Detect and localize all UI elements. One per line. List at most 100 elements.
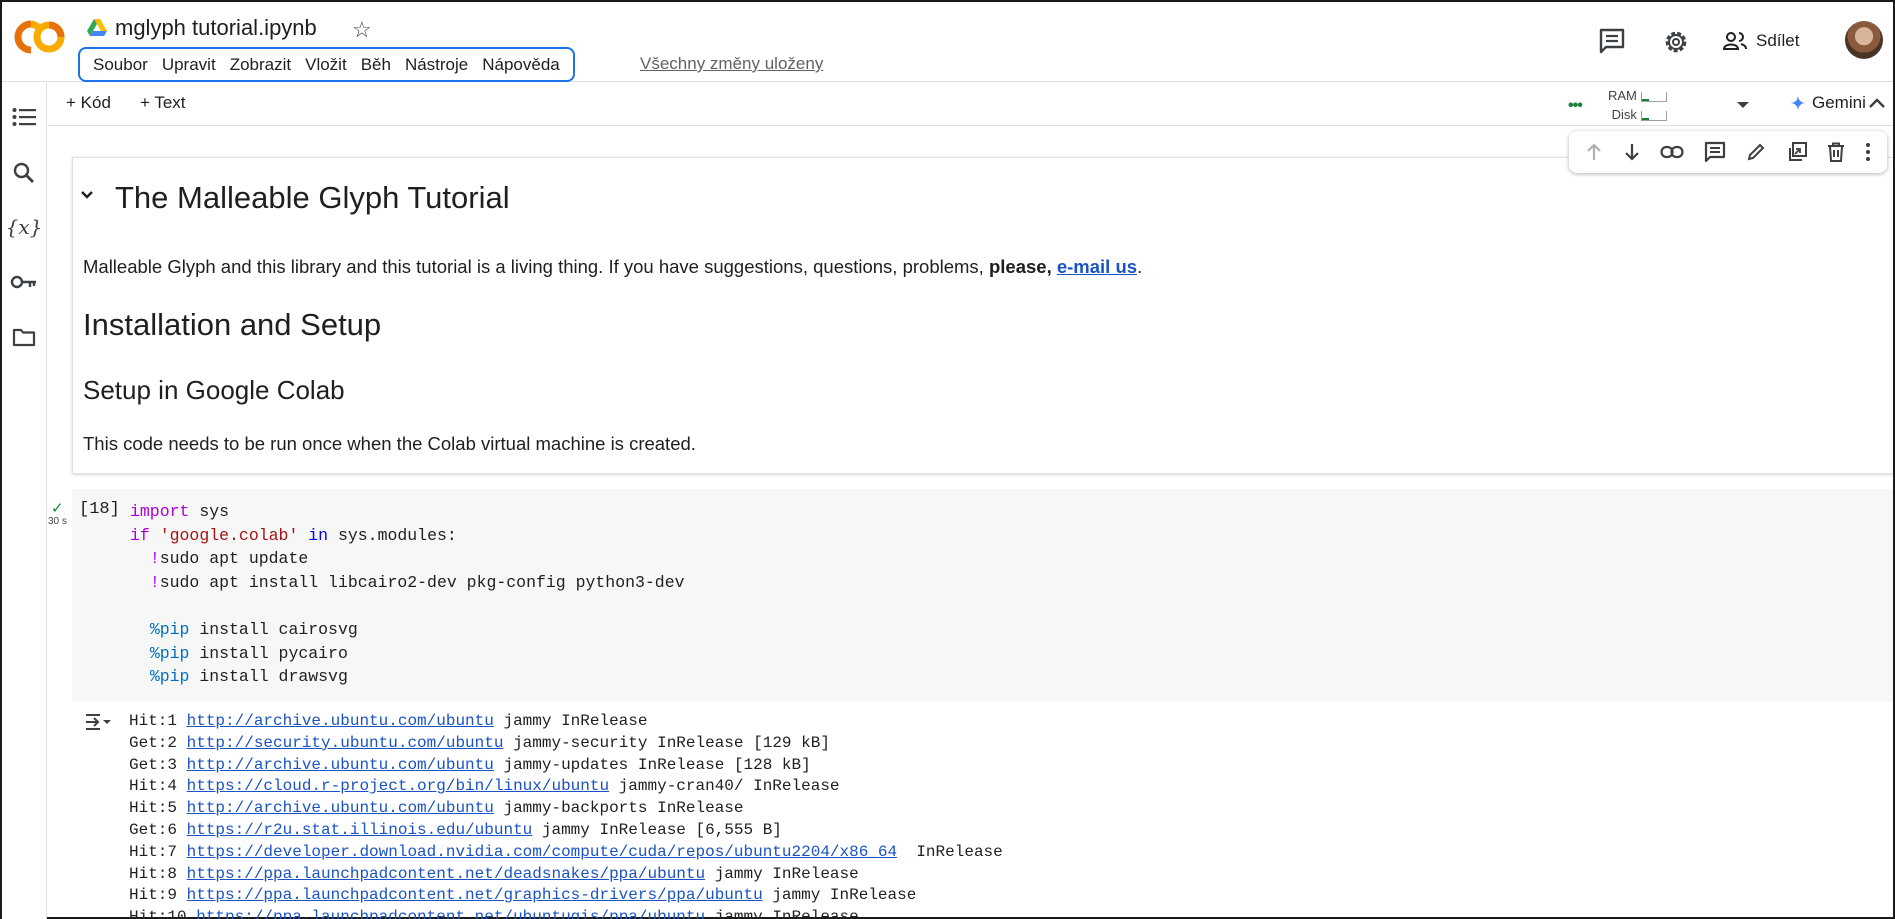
secrets-key-icon[interactable]: [9, 267, 39, 297]
files-folder-icon[interactable]: [9, 322, 39, 352]
code-token: install cairosvg: [189, 619, 358, 639]
email-us-link[interactable]: e-mail us: [1057, 256, 1137, 277]
variables-icon[interactable]: {x}: [6, 212, 43, 242]
runtime-status-dots-icon: •••: [1568, 97, 1583, 114]
output-url-link[interactable]: http://archive.ubuntu.com/ubuntu: [187, 712, 494, 730]
menu-tools[interactable]: Nástroje: [398, 55, 475, 75]
menu-help[interactable]: Nápověda: [475, 55, 567, 75]
ram-bar: [1640, 91, 1667, 102]
menu-runtime[interactable]: Běh: [354, 55, 398, 75]
resource-monitor[interactable]: RAM Disk: [1608, 86, 1667, 124]
comments-icon[interactable]: [1598, 28, 1626, 54]
user-avatar[interactable]: [1845, 21, 1883, 59]
code-line: %pip install pycairo: [130, 642, 685, 666]
delete-trash-icon[interactable]: [1827, 142, 1845, 162]
link-icon[interactable]: [1660, 145, 1684, 159]
code-line: %pip install cairosvg: [130, 618, 685, 642]
output-url-link[interactable]: https://developer.download.nvidia.com/co…: [187, 843, 898, 861]
output-url-link[interactable]: https://ppa.launchpadcontent.net/deadsna…: [187, 865, 705, 883]
intro-suffix: .: [1137, 256, 1143, 277]
output-url-link[interactable]: https://r2u.stat.illinois.edu/ubuntu: [187, 821, 533, 839]
move-cell-up-icon[interactable]: [1585, 142, 1603, 162]
output-prefix: Get:3: [129, 755, 187, 774]
intro-paragraph: Malleable Glyph and this library and thi…: [83, 256, 1142, 278]
output-line: Hit:10 https://ppa.launchpadcontent.net/…: [129, 907, 1003, 919]
output-prefix: Hit:1: [129, 712, 187, 730]
code-token: install pycairo: [189, 643, 348, 663]
google-drive-icon[interactable]: [87, 19, 107, 37]
output-prefix: Hit:10: [129, 908, 197, 919]
output-suffix: jammy InRelease: [705, 908, 859, 919]
menu-view[interactable]: Zobrazit: [223, 55, 298, 75]
cell-output: Hit:1 http://archive.ubuntu.com/ubuntu j…: [129, 711, 1003, 919]
code-line: if 'google.colab' in sys.modules:: [130, 524, 685, 548]
table-of-contents-icon[interactable]: [9, 102, 39, 132]
output-url-link[interactable]: http://security.ubuntu.com/ubuntu: [187, 734, 504, 752]
notebook-title[interactable]: mglyph tutorial.ipynb: [115, 15, 317, 41]
output-prefix: Get:6: [129, 820, 187, 839]
output-line: Hit:9 https://ppa.launchpadcontent.net/g…: [129, 885, 1003, 907]
mirror-cell-tab-icon[interactable]: [1786, 141, 1808, 163]
output-suffix: jammy-security InRelease [129 kB]: [503, 733, 830, 752]
heading-h3: Setup in Google Colab: [83, 375, 345, 405]
people-icon: [1722, 31, 1748, 51]
code-token: %pip: [149, 667, 190, 687]
output-url-link[interactable]: http://archive.ubuntu.com/ubuntu: [187, 756, 494, 774]
gemini-sparkle-icon: [1790, 95, 1806, 111]
gemini-button[interactable]: Gemini: [1790, 93, 1866, 113]
output-url-link[interactable]: https://cloud.r-project.org/bin/linux/ub…: [187, 777, 609, 795]
code-token: if: [130, 525, 150, 545]
code-line: %pip install drawsvg: [130, 665, 685, 689]
notebook-toolbar: + Kód + Text ••• RAM Disk Gemini: [48, 83, 1893, 126]
output-prefix: Hit:5: [129, 799, 187, 818]
output-prefix: Hit:8: [129, 864, 187, 883]
output-actions-icon[interactable]: [84, 712, 112, 732]
search-icon[interactable]: [9, 158, 39, 188]
collapse-section-chevron-icon[interactable]: [80, 190, 94, 200]
app-header: mglyph tutorial.ipynb ☆ Soubor Upravit Z…: [2, 2, 1893, 82]
runtime-dropdown-chevron-icon[interactable]: [1736, 100, 1750, 110]
code-token: !: [149, 549, 160, 569]
code-token: sudo apt install libcairo2-dev pkg-confi…: [159, 572, 685, 592]
comment-icon[interactable]: [1704, 141, 1726, 163]
run-duration: 30 s: [48, 516, 67, 527]
disk-bar: [1640, 110, 1667, 121]
code-editor[interactable]: import sys if 'google.colab' in sys.modul…: [130, 500, 685, 689]
share-button[interactable]: Sdílet: [1722, 24, 1799, 58]
output-line: Get:3 http://archive.ubuntu.com/ubuntu j…: [129, 755, 1003, 777]
share-label: Sdílet: [1756, 31, 1800, 50]
cell-toolbar: [1569, 131, 1887, 173]
collapse-header-chevron-up-icon[interactable]: [1868, 97, 1886, 109]
output-suffix: jammy InRelease: [705, 864, 859, 883]
add-code-button[interactable]: + Kód: [66, 93, 111, 113]
output-url-link[interactable]: https://ppa.launchpadcontent.net/graphic…: [187, 886, 763, 904]
add-text-button[interactable]: + Text: [140, 93, 186, 113]
save-status-link[interactable]: Všechny změny uloženy: [640, 54, 823, 74]
output-prefix: Hit:4: [129, 777, 187, 796]
colab-logo[interactable]: [14, 20, 66, 54]
settings-gear-icon[interactable]: [1662, 28, 1690, 56]
output-line: Get:6 https://r2u.stat.illinois.edu/ubun…: [129, 820, 1003, 842]
execution-count[interactable]: [18]: [79, 500, 120, 519]
move-cell-down-icon[interactable]: [1623, 142, 1641, 162]
code-token: sys.modules:: [328, 525, 457, 545]
output-url-link[interactable]: https://ppa.launchpadcontent.net/ubuntug…: [196, 908, 705, 919]
output-line: Hit:7 https://developer.download.nvidia.…: [129, 842, 1003, 864]
more-options-icon[interactable]: [1865, 142, 1871, 162]
star-icon[interactable]: ☆: [352, 17, 372, 43]
menu-insert[interactable]: Vložit: [298, 55, 354, 75]
menu-file[interactable]: Soubor: [86, 55, 155, 75]
output-url-link[interactable]: http://archive.ubuntu.com/ubuntu: [187, 799, 494, 817]
code-line: !sudo apt install libcairo2-dev pkg-conf…: [130, 571, 685, 595]
menu-edit[interactable]: Upravit: [155, 55, 223, 75]
output-suffix: jammy-cran40/ InRelease: [609, 777, 840, 796]
run-success-check-icon: ✓: [51, 500, 64, 517]
output-line: Hit:8 https://ppa.launchpadcontent.net/d…: [129, 864, 1003, 886]
gemini-label: Gemini: [1812, 93, 1866, 112]
edit-pencil-icon[interactable]: [1746, 142, 1766, 162]
